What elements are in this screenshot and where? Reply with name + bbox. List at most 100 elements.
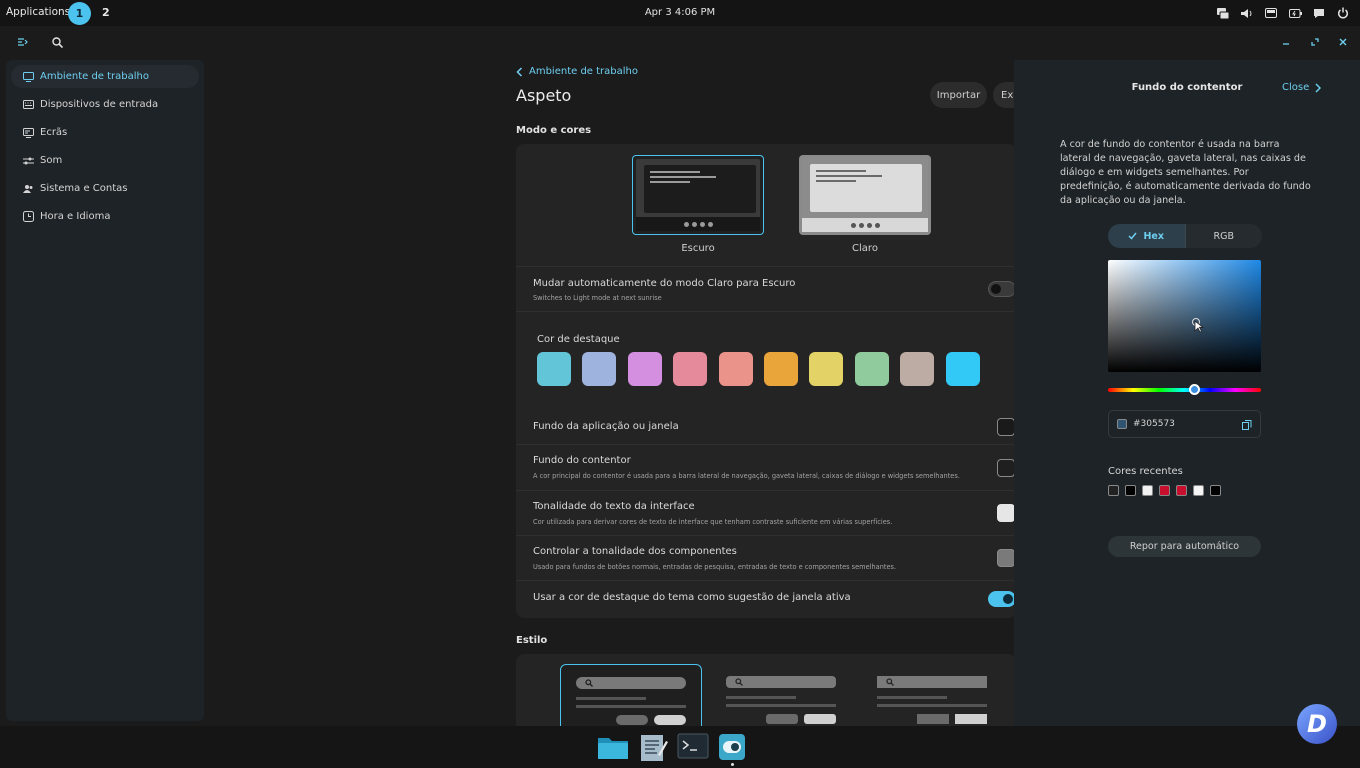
accent-swatch[interactable] [673, 352, 708, 386]
notifications-tray-icon[interactable] [1216, 6, 1230, 20]
style-slightly-round-option[interactable] [711, 664, 853, 726]
auto-mode-subtitle: Switches to Light mode at next sunrise [533, 294, 662, 302]
accent-swatch[interactable] [764, 352, 798, 386]
search-icon[interactable] [50, 35, 64, 49]
sidebar-item-som[interactable]: Som [11, 149, 199, 172]
container-background-title: Fundo do contentor [533, 455, 631, 466]
active-window-hint-toggle[interactable] [988, 591, 1016, 607]
recent-colors-label: Cores recentes [1108, 466, 1183, 477]
accent-swatch[interactable] [718, 352, 753, 386]
text-tint-subtitle: Cor utilizada para derivar cores de text… [533, 518, 893, 526]
container-background-swatch[interactable] [997, 459, 1015, 477]
sidebar-item-hora-e-idioma[interactable]: Hora e Idioma [11, 205, 199, 228]
container-background-row[interactable]: Fundo do contentor A cor principal do co… [516, 444, 1016, 490]
recent-color-swatch[interactable] [1159, 485, 1170, 496]
back-link-label: Ambiente de trabalho [529, 66, 638, 77]
close-window-icon[interactable] [1336, 35, 1350, 49]
accent-swatch[interactable] [945, 352, 980, 386]
recent-color-swatch[interactable] [1108, 485, 1119, 496]
container-background-panel: Fundo do contentor Close A cor de fundo … [1014, 60, 1360, 726]
settings-app-icon[interactable] [718, 733, 750, 766]
current-color-swatch [1117, 419, 1127, 429]
battery-icon[interactable] [1288, 6, 1302, 20]
settings-window: Ambiente de trabalho Dispositivos de ent… [0, 26, 1360, 726]
sidebar-item-label: Sistema e Contas [40, 183, 128, 194]
hex-input[interactable]: #305573 [1108, 410, 1261, 438]
sidebar-item-label: Dispositivos de entrada [40, 99, 159, 110]
component-tint-title: Controlar a tonalidade dos componentes [533, 546, 737, 557]
recent-color-swatch[interactable] [1193, 485, 1204, 496]
accent-swatch[interactable] [582, 352, 617, 386]
users-icon [23, 184, 33, 193]
hex-value: #305573 [1133, 419, 1175, 429]
distro-logo: D [1297, 704, 1337, 744]
style-square-option[interactable] [862, 664, 1004, 726]
accent-swatch[interactable] [809, 352, 844, 386]
search-icon [735, 678, 743, 686]
sidebar-toggle-icon[interactable] [16, 35, 30, 49]
sidebar-item-label: Som [40, 155, 63, 166]
reset-auto-button[interactable]: Repor para automático [1108, 536, 1261, 557]
hue-slider[interactable] [1108, 388, 1261, 392]
recent-color-swatch[interactable] [1142, 485, 1153, 496]
accent-swatch[interactable] [537, 352, 571, 386]
window-header [0, 26, 1360, 58]
sidebar-item-label: Ecrãs [40, 127, 68, 138]
theme-dark-option[interactable] [632, 155, 764, 235]
display-tray-icon[interactable] [1264, 6, 1278, 20]
component-tint-row[interactable]: Controlar a tonalidade dos componentes U… [516, 535, 1016, 580]
desktop-icon [23, 71, 34, 82]
sidebar-item-ecras[interactable]: Ecrãs [11, 121, 199, 144]
section-heading-estilo: Estilo [516, 635, 548, 646]
text-editor-app-icon[interactable] [638, 733, 670, 761]
cursor-icon [1194, 320, 1204, 333]
accent-swatch[interactable] [627, 352, 662, 386]
terminal-app-icon[interactable] [677, 733, 709, 761]
sidebar-item-ambiente-de-trabalho[interactable]: Ambiente de trabalho [11, 65, 199, 88]
power-icon[interactable] [1336, 6, 1350, 20]
back-link[interactable]: Ambiente de trabalho [516, 66, 638, 77]
section-heading-modo-e-cores: Modo e cores [516, 125, 592, 136]
minimize-icon[interactable] [1279, 35, 1293, 49]
accent-swatch[interactable] [900, 352, 935, 386]
app-background-swatch[interactable] [997, 418, 1015, 436]
sidebar-item-dispositivos-de-entrada[interactable]: Dispositivos de entrada [11, 93, 199, 116]
files-app-icon[interactable] [597, 733, 629, 761]
active-window-hint-row: Usar a cor de destaque do tema como suge… [516, 580, 1016, 618]
copy-icon[interactable] [1242, 420, 1252, 430]
style-round-option[interactable] [560, 664, 702, 726]
hue-slider-handle[interactable] [1189, 384, 1200, 395]
component-tint-swatch[interactable] [997, 549, 1015, 567]
clock[interactable]: Apr 3 4:06 PM [0, 7, 1360, 18]
tab-rgb[interactable]: RGB [1184, 224, 1263, 248]
tab-hex[interactable]: Hex [1108, 224, 1185, 248]
text-tint-swatch[interactable] [997, 504, 1015, 522]
container-background-subtitle: A cor principal do contentor é usada par… [533, 472, 960, 480]
color-picker-area[interactable] [1108, 260, 1261, 372]
text-tint-row[interactable]: Tonalidade do texto da interface Cor uti… [516, 490, 1016, 535]
active-window-hint-title: Usar a cor de destaque do tema como suge… [533, 592, 851, 603]
sidebar-item-label: Ambiente de trabalho [40, 71, 149, 82]
panel-close-button[interactable]: Close [1282, 82, 1322, 93]
sidebar-item-label: Hora e Idioma [40, 211, 111, 222]
panel-close-label: Close [1282, 82, 1310, 93]
auto-mode-toggle[interactable] [988, 281, 1016, 297]
search-icon [585, 679, 593, 687]
style-card [516, 654, 1016, 726]
volume-icon[interactable] [1240, 6, 1254, 20]
theme-light-label: Claro [852, 243, 878, 254]
accent-swatch[interactable] [854, 352, 889, 386]
app-background-row[interactable]: Fundo da aplicação ou janela [516, 407, 1016, 444]
recent-color-swatch[interactable] [1176, 485, 1187, 496]
maximize-icon[interactable] [1308, 35, 1322, 49]
theme-light-option[interactable] [799, 155, 931, 235]
recent-color-swatch[interactable] [1125, 485, 1136, 496]
sidebar: Ambiente de trabalho Dispositivos de ent… [6, 60, 204, 721]
tab-rgb-label: RGB [1213, 230, 1234, 242]
import-button[interactable]: Importar [930, 82, 987, 108]
sidebar-item-sistema-e-contas[interactable]: Sistema e Contas [11, 177, 199, 200]
recent-color-swatch[interactable] [1210, 485, 1221, 496]
chat-icon[interactable] [1312, 6, 1326, 20]
chevron-right-icon [1315, 82, 1322, 93]
auto-mode-row: Mudar automaticamente do modo Claro para… [516, 266, 1016, 311]
